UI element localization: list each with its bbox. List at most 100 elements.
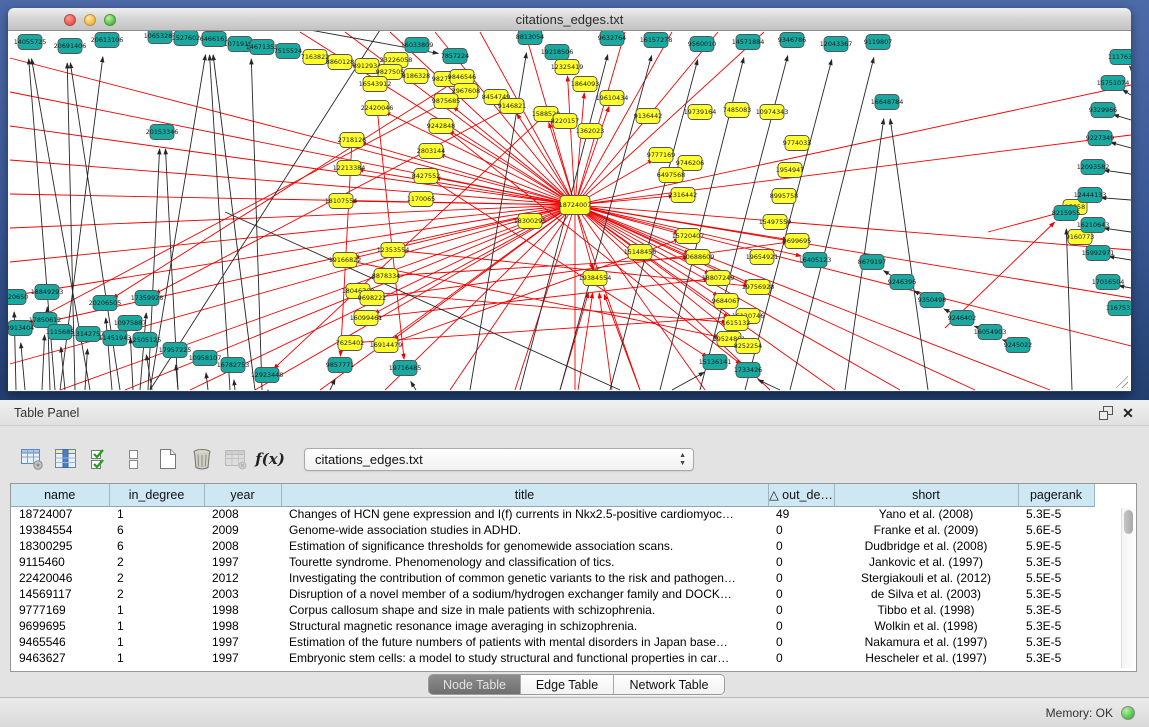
graph-edge[interactable]	[575, 107, 609, 205]
graph-node[interactable]: 1954947	[776, 163, 804, 178]
table-cell-in_degree[interactable]: 1	[109, 650, 204, 666]
graph-edge[interactable]	[604, 294, 640, 390]
graph-node[interactable]: 8995758	[770, 189, 798, 204]
table-selector-dropdown[interactable]: citations_edges.txt ▲▼	[304, 448, 694, 471]
network-window[interactable]: citations_edges.txt 18300295716382288601…	[8, 8, 1131, 392]
close-panel-icon[interactable]: ✕	[1117, 404, 1139, 422]
table-cell-out_de[interactable]: 49	[768, 506, 834, 522]
graph-node[interactable]: 9777169	[647, 148, 675, 163]
graph-node[interactable]: 19716485	[389, 361, 422, 376]
delete-table-button[interactable]	[224, 446, 248, 472]
table-cell-short[interactable]: Nakamura et al. (1997)	[834, 634, 1018, 650]
create-column-button[interactable]	[156, 446, 180, 472]
graph-node[interactable]: 12353554	[377, 243, 410, 258]
graph-node[interactable]: 20691406	[54, 39, 87, 54]
graph-edge[interactable]	[1123, 90, 1131, 95]
table-cell-title[interactable]: Estimation of significance thresholds fo…	[281, 538, 768, 554]
graph-node[interactable]: 9632764	[598, 31, 626, 46]
table-row[interactable]: 946362711997Embryonic stem cells: a mode…	[11, 650, 1094, 666]
table-cell-short[interactable]: Franke et al. (2009)	[834, 522, 1018, 538]
table-cell-in_degree[interactable]: 1	[109, 634, 204, 650]
table-cell-in_degree[interactable]: 1	[109, 602, 204, 618]
graph-node[interactable]: 1527602	[172, 31, 200, 46]
table-cell-title[interactable]: Estimation of the future numbers of pati…	[281, 634, 768, 650]
graph-node[interactable]: 9846546	[448, 70, 476, 85]
graph-edge[interactable]	[1114, 115, 1131, 120]
graph-node[interactable]: 16099461	[350, 311, 383, 326]
table-cell-short[interactable]: de Silva et al. (2003)	[834, 586, 1018, 602]
graph-node[interactable]: 10688609	[682, 250, 715, 265]
tab-network-table[interactable]: Network Table	[614, 675, 724, 694]
graph-node[interactable]: 9699695	[783, 234, 811, 249]
graph-edge[interactable]	[358, 291, 727, 322]
table-row[interactable]: 946554611997Estimation of the future num…	[11, 634, 1094, 650]
unselect-all-columns-button[interactable]	[122, 446, 146, 472]
table-cell-in_degree[interactable]: 6	[109, 538, 204, 554]
table-cell-pagerank[interactable]: 5.3E-5	[1018, 650, 1094, 666]
column-header-title[interactable]: title	[281, 484, 768, 506]
graph-node[interactable]: 9242848	[427, 119, 455, 134]
graph-edge[interactable]	[85, 349, 87, 390]
table-cell-out_de[interactable]: 0	[768, 522, 834, 538]
column-header-short[interactable]: short	[834, 484, 1018, 506]
graph-edge[interactable]	[274, 114, 546, 369]
table-cell-title[interactable]: Disruption of a novel member of a sodium…	[281, 586, 768, 602]
graph-node[interactable]: 18849293	[31, 285, 64, 300]
graph-node[interactable]: 1733426	[734, 363, 762, 378]
table-cell-out_de[interactable]: 0	[768, 634, 834, 650]
graph-node[interactable]: 17957225	[159, 343, 192, 358]
graph-node[interactable]: 19218506	[541, 45, 574, 60]
graph-node[interactable]: 1362023	[576, 124, 604, 139]
memory-ok-icon[interactable]	[1121, 706, 1135, 720]
graph-node[interactable]: 9774033	[783, 136, 811, 151]
graph-edge[interactable]	[42, 335, 45, 390]
table-cell-year[interactable]: 1997	[204, 554, 281, 570]
graph-node[interactable]: 17359928	[131, 291, 164, 306]
table-row[interactable]: 1456911722003Disruption of a novel membe…	[11, 586, 1094, 602]
table-cell-year[interactable]: 1998	[204, 602, 281, 618]
show-columns-button[interactable]	[54, 446, 78, 472]
graph-node[interactable]: 1167533	[1106, 301, 1131, 316]
graph-node[interactable]: 18107554	[325, 194, 358, 209]
table-row[interactable]: 1938455462009Genome-wide association stu…	[11, 522, 1094, 538]
graph-node[interactable]: 18300295	[514, 214, 547, 229]
graph-node[interactable]: 9684067	[712, 294, 740, 309]
graph-node[interactable]: 16210643	[1077, 218, 1110, 233]
graph-edge[interactable]	[29, 59, 55, 390]
graph-node[interactable]: 1117634	[1108, 50, 1131, 65]
table-cell-name[interactable]: 9699695	[11, 618, 109, 634]
graph-node[interactable]: 9136442	[634, 109, 662, 124]
graph-node[interactable]: 12213384	[333, 161, 366, 176]
graph-node[interactable]: 16157278	[640, 33, 673, 48]
table-cell-title[interactable]: Tourette syndrome. Phenomenology and cla…	[281, 554, 768, 570]
table-cell-title[interactable]: Changes of HCN gene expression and I(f) …	[281, 506, 768, 522]
table-cell-out_de[interactable]: 0	[768, 538, 834, 554]
graph-edge[interactable]	[578, 293, 593, 390]
tab-node-table[interactable]: Node Table	[429, 675, 521, 694]
graph-node[interactable]: 8679197	[858, 255, 886, 270]
table-settings-button[interactable]	[20, 446, 44, 472]
graph-node[interactable]: 12325419	[551, 60, 584, 75]
table-cell-name[interactable]: 22420046	[11, 570, 109, 586]
graph-node[interactable]: 1170065	[407, 192, 435, 207]
column-header-name[interactable]: name	[11, 484, 109, 506]
graph-node[interactable]: 7515524	[274, 44, 302, 59]
graph-edge[interactable]	[21, 343, 25, 390]
table-cell-name[interactable]: 9465546	[11, 634, 109, 650]
graph-node[interactable]: 2316442	[669, 188, 697, 203]
table-cell-short[interactable]: Hescheler et al. (1997)	[834, 650, 1018, 666]
graph-node[interactable]: 16648784	[871, 95, 904, 110]
graph-node[interactable]: 16782753	[217, 358, 250, 373]
graph-node[interactable]: 18807249	[702, 271, 735, 286]
table-cell-pagerank[interactable]: 5.3E-5	[1018, 634, 1094, 650]
graph-node[interactable]: 20206505	[89, 296, 122, 311]
table-row[interactable]: 2242004622012Investigating the contribut…	[11, 570, 1094, 586]
tab-edge-table[interactable]: Edge Table	[521, 675, 614, 694]
graph-node[interactable]: 9227349	[1086, 131, 1114, 146]
graph-node[interactable]: 19739164	[684, 105, 717, 120]
table-cell-title[interactable]: Embryonic stem cells: a model to study s…	[281, 650, 768, 666]
graph-node[interactable]: 9245022	[1004, 338, 1032, 353]
table-cell-year[interactable]: 1998	[204, 618, 281, 634]
graph-node[interactable]: 15136141	[699, 355, 732, 370]
graph-node[interactable]: 17016504	[1092, 275, 1125, 290]
